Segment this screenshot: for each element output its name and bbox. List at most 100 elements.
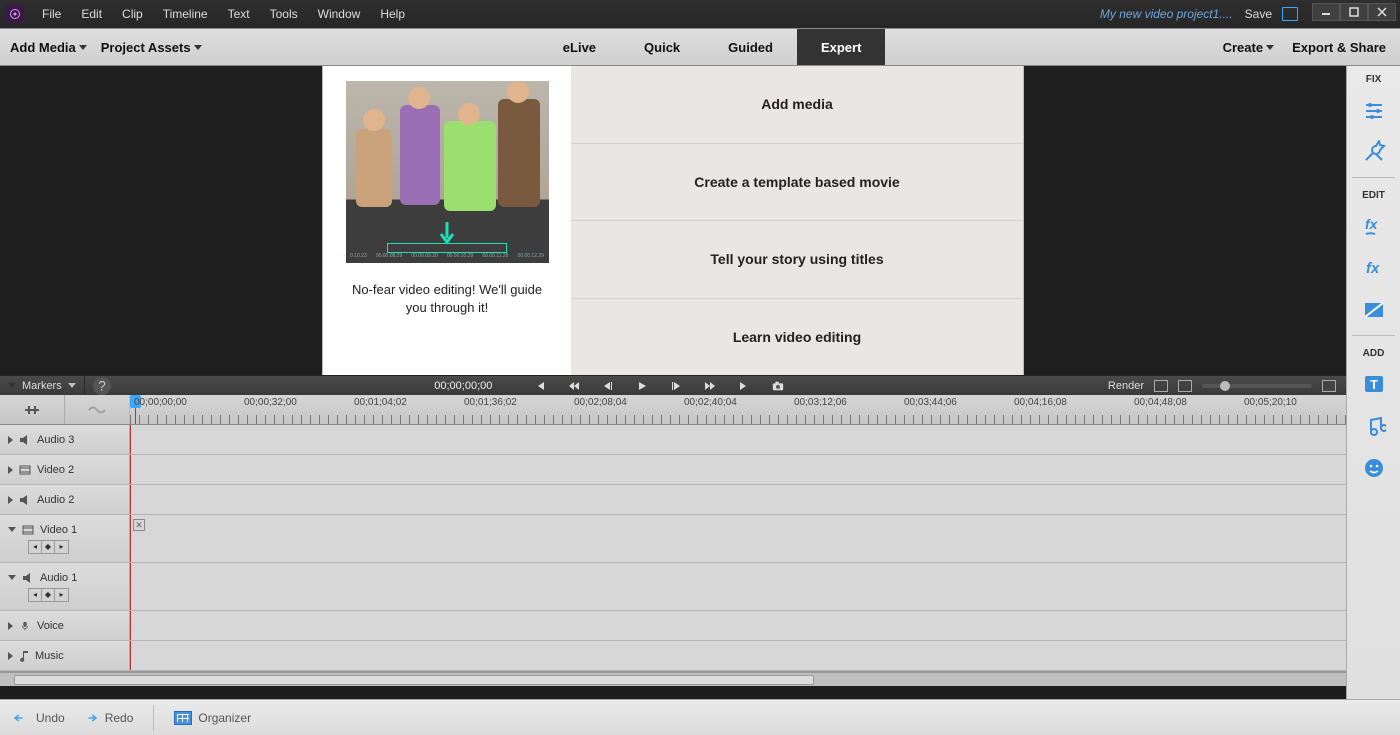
track-lane[interactable]	[130, 611, 1346, 640]
speaker-icon[interactable]	[19, 495, 31, 505]
expand-icon[interactable]	[8, 622, 13, 630]
welcome-panel: 0.10.2300.00.08.2900.00.09.2900.00.10.29…	[322, 66, 1024, 375]
step-fwd-icon[interactable]	[670, 380, 682, 392]
undo-button[interactable]: Undo	[12, 709, 65, 727]
track-audio1: Audio 1 ◂◆▸	[0, 563, 1346, 611]
clip-placeholder-icon[interactable]: ✕	[133, 519, 145, 531]
welcome-option-titles[interactable]: Tell your story using titles	[571, 221, 1023, 299]
redo-button[interactable]: Redo	[81, 709, 134, 727]
menu-window[interactable]: Window	[308, 0, 371, 28]
timeline-zoom-slider[interactable]	[1202, 384, 1312, 388]
snapshot-icon[interactable]	[772, 380, 784, 392]
track-lane[interactable]	[130, 425, 1346, 454]
add-media-dropdown[interactable]: Add Media	[10, 40, 87, 55]
adjust-icon[interactable]	[1356, 93, 1392, 127]
maximize-button[interactable]	[1340, 3, 1368, 21]
film-icon[interactable]	[19, 465, 31, 475]
timeline-scrollbar[interactable]	[0, 672, 1346, 686]
close-button[interactable]	[1368, 3, 1396, 21]
status-bar: Undo Redo Organizer	[0, 699, 1400, 735]
speaker-icon[interactable]	[19, 435, 31, 445]
menu-file[interactable]: File	[32, 0, 71, 28]
track-lane[interactable]	[130, 485, 1346, 514]
track-label: Audio 3	[37, 434, 74, 446]
create-dropdown[interactable]: Create	[1223, 40, 1274, 55]
tab-elive[interactable]: eLive	[539, 29, 620, 65]
menu-timeline[interactable]: Timeline	[153, 0, 218, 28]
minimize-button[interactable]	[1312, 3, 1340, 21]
project-assets-dropdown[interactable]: Project Assets	[101, 40, 202, 55]
prev-edit-icon[interactable]	[568, 380, 580, 392]
menu-text[interactable]: Text	[218, 0, 260, 28]
graphics-icon[interactable]	[1356, 451, 1392, 485]
timeline-ruler: 00;00;00;00 00;00;32;00 00;01;04;02 00;0…	[0, 395, 1346, 425]
safe-margins-icon[interactable]	[1154, 380, 1168, 392]
ruler-label: 00;01;36;02	[464, 397, 517, 408]
menu-edit[interactable]: Edit	[71, 0, 112, 28]
track-lane[interactable]	[130, 455, 1346, 484]
track-label: Audio 1	[40, 572, 77, 584]
menu-help[interactable]: Help	[370, 0, 415, 28]
goto-start-icon[interactable]	[534, 380, 546, 392]
svg-text:fx: fx	[1366, 260, 1380, 277]
window-controls	[1312, 3, 1396, 21]
help-icon[interactable]: ?	[93, 377, 111, 395]
render-button[interactable]: Render	[1108, 380, 1144, 392]
expand-icon[interactable]	[8, 436, 13, 444]
welcome-option-template[interactable]: Create a template based movie	[571, 144, 1023, 222]
collapse-icon[interactable]	[8, 575, 16, 580]
titles-icon[interactable]: T	[1356, 367, 1392, 401]
expand-icon[interactable]	[8, 466, 13, 474]
track-label: Music	[35, 650, 64, 662]
timeline-tool-b[interactable]	[65, 395, 130, 424]
menu-tools[interactable]: Tools	[260, 0, 308, 28]
menu-clip[interactable]: Clip	[112, 0, 153, 28]
app-icon	[6, 5, 24, 23]
frame-nav[interactable]: ◂◆▸	[28, 588, 69, 602]
monitor-stage: 0.10.2300.00.08.2900.00.09.2900.00.10.29…	[0, 66, 1346, 375]
organizer-button[interactable]: Organizer	[174, 711, 251, 725]
transitions-icon[interactable]	[1356, 293, 1392, 327]
collapse-icon[interactable]	[8, 527, 16, 532]
welcome-option-add-media[interactable]: Add media	[571, 66, 1023, 144]
expand-icon[interactable]	[8, 652, 13, 660]
save-button[interactable]: Save	[1245, 7, 1272, 21]
mic-icon[interactable]	[19, 621, 31, 631]
tab-quick[interactable]: Quick	[620, 29, 704, 65]
export-share-button[interactable]: Export & Share	[1292, 40, 1386, 55]
track-lane[interactable]	[130, 563, 1346, 610]
ruler-label: 00;03;12;06	[794, 397, 847, 408]
timeline-tracks: Audio 3 Video 2 Audio 2 Video 1 ◂◆▸ ✕	[0, 425, 1346, 672]
time-ruler[interactable]: 00;00;00;00 00;00;32;00 00;01;04;02 00;0…	[130, 395, 1346, 424]
frame-nav[interactable]: ◂◆▸	[28, 540, 69, 554]
playback-quality-icon[interactable]	[1178, 380, 1192, 392]
track-lane[interactable]	[130, 641, 1346, 670]
film-icon[interactable]	[22, 525, 34, 535]
ruler-label: 00;02;40;04	[684, 397, 737, 408]
step-back-icon[interactable]	[602, 380, 614, 392]
welcome-option-learn[interactable]: Learn video editing	[571, 299, 1023, 376]
organizer-icon	[174, 711, 192, 725]
fx-icon[interactable]: fx	[1356, 251, 1392, 285]
fullscreen-playback-icon[interactable]	[1322, 380, 1336, 392]
fullscreen-icon[interactable]	[1282, 7, 1298, 21]
redo-icon	[81, 709, 99, 727]
tab-guided[interactable]: Guided	[704, 29, 797, 65]
goto-end-icon[interactable]	[738, 380, 750, 392]
next-edit-icon[interactable]	[704, 380, 716, 392]
tools-fix-icon[interactable]	[1356, 135, 1392, 169]
ruler-label: 00;04;16;08	[1014, 397, 1067, 408]
expand-icon[interactable]	[8, 496, 13, 504]
rail-section-fix: FIX	[1366, 74, 1382, 85]
timeline-tool-a[interactable]	[0, 395, 65, 424]
tab-expert[interactable]: Expert	[797, 29, 885, 65]
play-icon[interactable]	[636, 380, 648, 392]
effects-icon[interactable]: fx	[1356, 209, 1392, 243]
track-lane[interactable]: ✕	[130, 515, 1346, 562]
ruler-label: 00;00;00;00	[134, 397, 187, 408]
music-add-icon[interactable]	[1356, 409, 1392, 443]
speaker-icon[interactable]	[22, 573, 34, 583]
music-icon[interactable]	[19, 650, 29, 662]
playback-bar: Markers ? 00;00;00;00 Render	[0, 375, 1346, 395]
markers-dropdown[interactable]: Markers	[0, 376, 85, 395]
